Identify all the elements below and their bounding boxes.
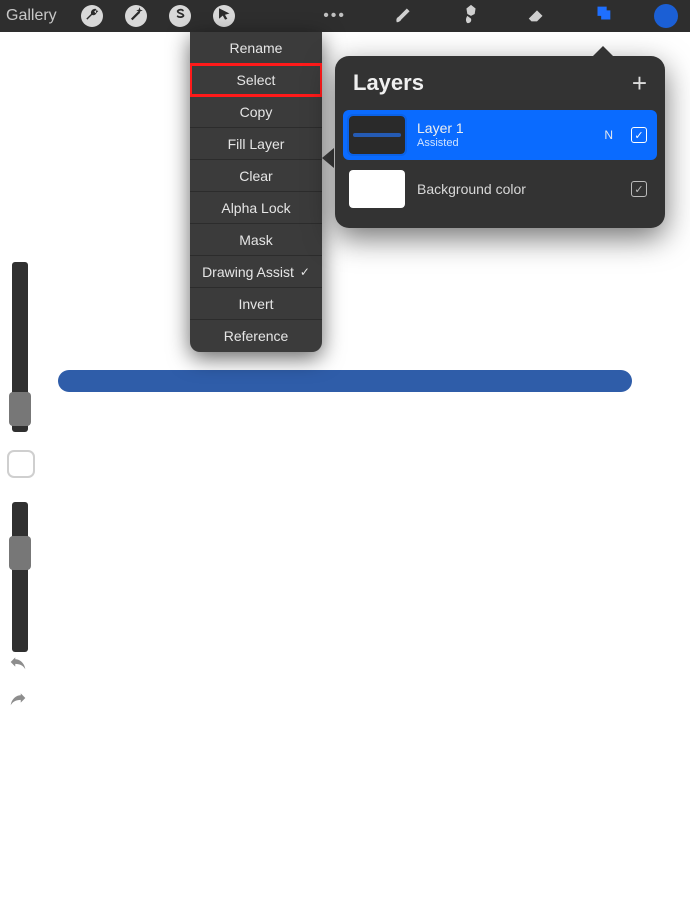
color-picker-button[interactable]	[654, 4, 678, 28]
layer-name: Layer 1	[417, 120, 592, 137]
layer-subtitle: Assisted	[417, 137, 592, 150]
layer-visibility-checkbox[interactable]: ✓	[631, 127, 647, 143]
cursor-arrow-icon	[217, 7, 231, 26]
canvas-stroke	[58, 370, 632, 392]
brush-opacity-slider[interactable]	[12, 502, 28, 652]
wand-icon	[129, 7, 143, 26]
layers-panel-arrow	[593, 46, 613, 56]
layer-thumbnail	[349, 170, 405, 208]
top-toolbar: Gallery •••	[0, 0, 690, 32]
layers-panel: Layers + Layer 1 Assisted N ✓ Background…	[335, 56, 665, 228]
layers-tool[interactable]	[588, 1, 618, 31]
layer-context-menu: Rename Select Copy Fill Layer Clear Alph…	[190, 32, 322, 352]
layer-thumbnail	[349, 116, 405, 154]
layer-row[interactable]: Background color ✓	[343, 164, 657, 214]
ctx-fill-layer[interactable]: Fill Layer	[190, 128, 322, 160]
adjustments-button[interactable]	[125, 5, 147, 27]
brush-opacity-handle[interactable]	[9, 536, 31, 570]
brush-size-slider[interactable]	[12, 262, 28, 432]
modify-button[interactable]	[7, 450, 35, 478]
selection-s-icon	[173, 7, 187, 26]
layers-icon	[592, 3, 614, 30]
ctx-drawing-assist[interactable]: Drawing Assist✓	[190, 256, 322, 288]
smudge-tool[interactable]	[456, 1, 486, 31]
layer-visibility-checkbox[interactable]: ✓	[631, 181, 647, 197]
ctx-rename[interactable]: Rename	[190, 32, 322, 64]
context-menu-arrow	[322, 148, 334, 168]
check-icon: ✓	[300, 265, 310, 279]
selection-button[interactable]	[169, 5, 191, 27]
ctx-mask[interactable]: Mask	[190, 224, 322, 256]
actions-button[interactable]	[81, 5, 103, 27]
ctx-reference[interactable]: Reference	[190, 320, 322, 352]
more-menu-button[interactable]: •••	[315, 7, 354, 25]
redo-button[interactable]	[4, 688, 32, 712]
brush-tool[interactable]	[390, 1, 420, 31]
layer-name: Background color	[417, 181, 619, 198]
brush-icon	[394, 3, 416, 30]
add-layer-button[interactable]: +	[632, 70, 647, 96]
ctx-invert[interactable]: Invert	[190, 288, 322, 320]
redo-icon	[7, 687, 29, 714]
ctx-select[interactable]: Select	[190, 64, 322, 96]
layer-blend-mode[interactable]: N	[604, 128, 613, 142]
smudge-icon	[460, 3, 482, 30]
ctx-clear[interactable]: Clear	[190, 160, 322, 192]
transform-button[interactable]	[213, 5, 235, 27]
brush-size-handle[interactable]	[9, 392, 31, 426]
wrench-icon	[85, 7, 99, 26]
eraser-tool[interactable]	[522, 1, 552, 31]
ctx-copy[interactable]: Copy	[190, 96, 322, 128]
undo-icon	[7, 651, 29, 678]
side-sliders	[3, 262, 37, 652]
gallery-button[interactable]: Gallery	[6, 7, 57, 25]
ctx-alpha-lock[interactable]: Alpha Lock	[190, 192, 322, 224]
eraser-icon	[526, 3, 548, 30]
layers-panel-title: Layers	[353, 70, 424, 96]
undo-button[interactable]	[4, 652, 32, 676]
layer-row[interactable]: Layer 1 Assisted N ✓	[343, 110, 657, 160]
